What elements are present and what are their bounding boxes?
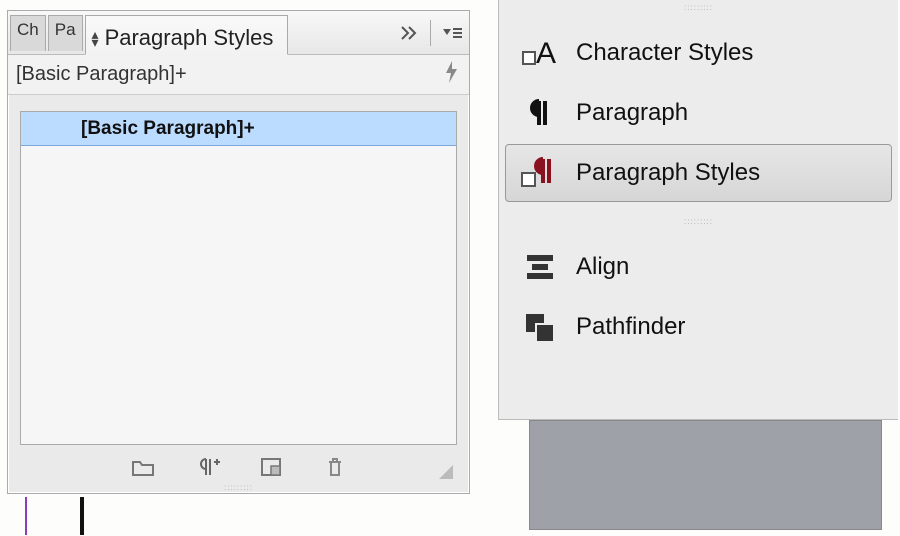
dock-item-paragraph-styles[interactable]: Paragraph Styles [505, 144, 892, 202]
active-tab-paragraph-styles[interactable]: ▴▾ Paragraph Styles [85, 15, 289, 55]
align-icon [522, 249, 558, 285]
dock-item-label: Align [576, 253, 629, 281]
svg-text:A: A [536, 37, 556, 70]
expand-panel-icon[interactable] [398, 21, 422, 45]
dock-group-object: Align Pathfinder [499, 232, 898, 368]
style-row-label: [Basic Paragraph]+ [81, 118, 255, 140]
resize-grip-icon[interactable] [435, 461, 453, 479]
style-row-basic-paragraph[interactable]: [Basic Paragraph]+ [21, 112, 456, 146]
quick-apply-icon[interactable] [443, 60, 459, 90]
dock-group-grip-icon[interactable]: ::::::::: [499, 214, 898, 232]
dock-item-label: Character Styles [576, 39, 753, 67]
new-style-icon[interactable] [194, 455, 220, 479]
dock-item-align[interactable]: Align [505, 238, 892, 296]
pathfinder-icon [522, 309, 558, 345]
style-group-folder-icon[interactable] [130, 455, 156, 479]
dock-item-paragraph[interactable]: Paragraph [505, 84, 892, 142]
separator [430, 20, 431, 46]
current-style-readout: [Basic Paragraph]+ [8, 55, 469, 95]
dock-drag-grip-icon[interactable]: ::::::::: [499, 0, 898, 18]
dock-item-label: Paragraph Styles [576, 159, 760, 187]
panel-tab-strip: Ch Pa ▴▾ Paragraph Styles [8, 11, 469, 55]
dock-group-type: A Character Styles Paragraph Paragraph S… [499, 18, 898, 214]
paragraph-styles-panel: Ch Pa ▴▾ Paragraph Styles [Bas [7, 10, 470, 494]
active-tab-label: Paragraph Styles [105, 25, 274, 51]
collapsed-tab[interactable]: Ch [10, 15, 46, 51]
panel-footer [20, 451, 457, 483]
dock-item-character-styles[interactable]: A Character Styles [505, 24, 892, 82]
document-edge-frame [80, 497, 84, 535]
styles-list[interactable]: [Basic Paragraph]+ [20, 111, 457, 445]
dock-item-label: Pathfinder [576, 313, 685, 341]
tab-collapse-arrows-icon[interactable]: ▴▾ [92, 30, 99, 46]
dock-item-label: Paragraph [576, 99, 688, 127]
docked-panel-placeholder [529, 420, 882, 530]
panel-drag-grip-icon[interactable]: ::::::::: [224, 483, 253, 492]
character-styles-icon: A [522, 35, 558, 71]
paragraph-styles-icon [522, 155, 558, 191]
right-dock: ::::::::: A Character Styles Paragraph [498, 0, 898, 420]
clear-overrides-icon[interactable] [258, 455, 284, 479]
document-edge-guide [25, 497, 27, 535]
paragraph-icon [522, 95, 558, 131]
current-style-label: [Basic Paragraph]+ [16, 63, 187, 86]
collapsed-tab[interactable]: Pa [48, 15, 83, 51]
dock-item-pathfinder[interactable]: Pathfinder [505, 298, 892, 356]
delete-style-trash-icon[interactable] [322, 455, 348, 479]
panel-header-controls [398, 11, 463, 55]
panel-menu-icon[interactable] [439, 21, 463, 45]
